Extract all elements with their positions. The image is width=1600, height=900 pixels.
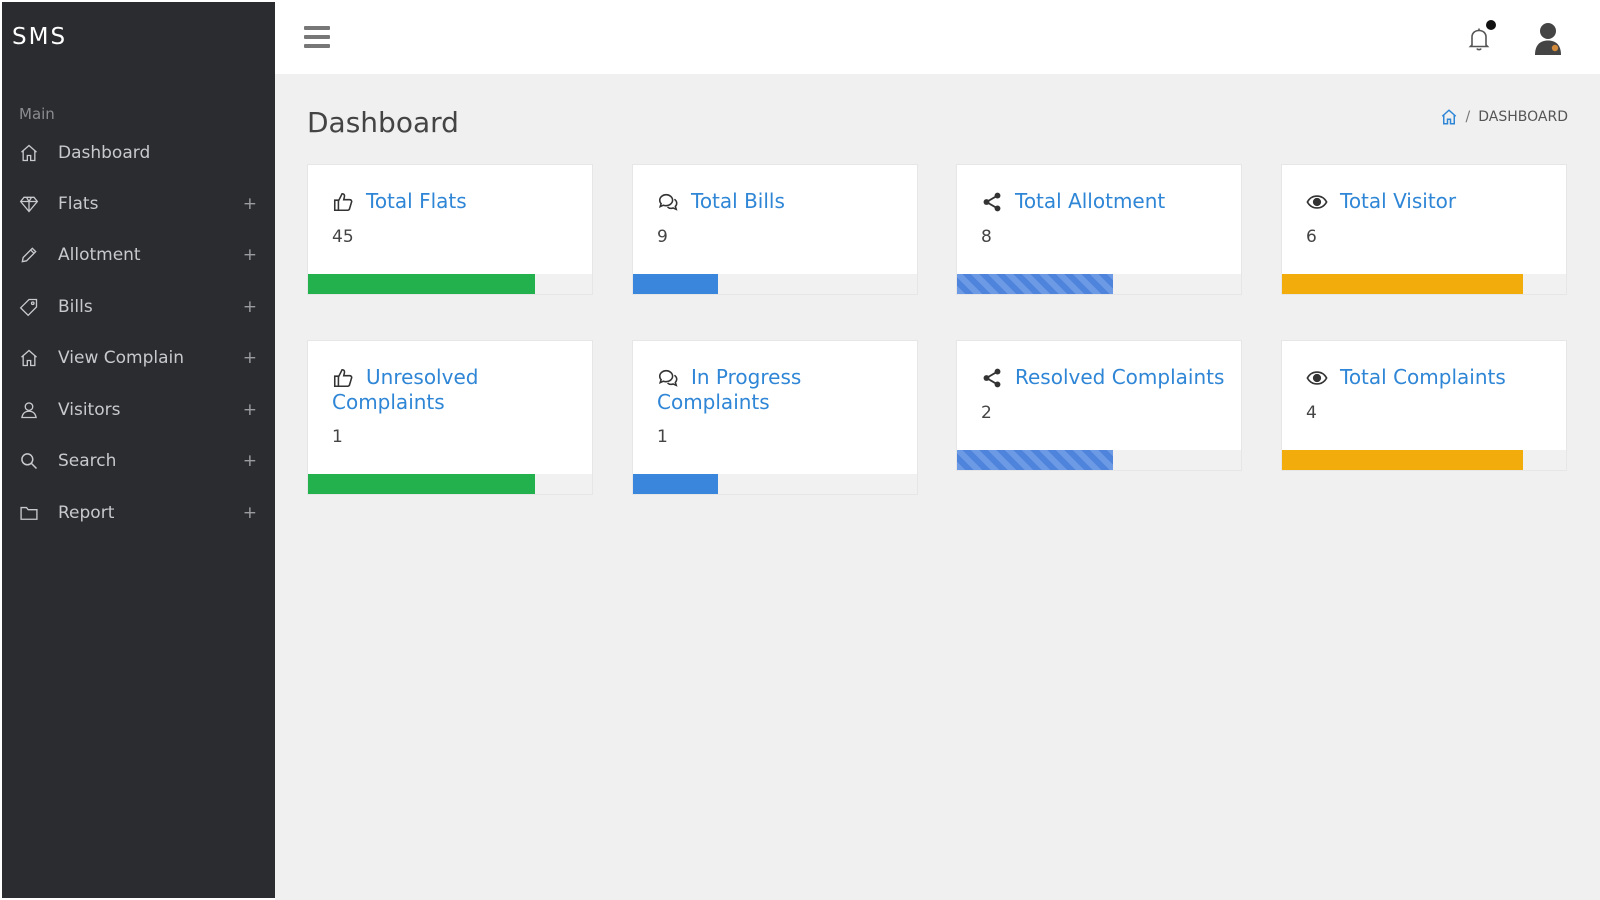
pencil-icon (18, 244, 40, 266)
progress-bar (957, 274, 1241, 294)
search-icon (18, 450, 40, 472)
progress-bar (308, 474, 592, 494)
thumbs-up-icon (333, 192, 353, 212)
hamburger-icon[interactable] (304, 26, 330, 48)
expand-icon[interactable]: + (243, 194, 257, 214)
thumbs-up-icon (333, 368, 353, 388)
card-title: Total Bills (691, 189, 785, 213)
card-value: 1 (332, 427, 343, 447)
progress-bar (633, 474, 917, 494)
expand-icon[interactable]: + (243, 348, 257, 368)
sidebar-item-search[interactable]: Search + (2, 438, 275, 484)
sidebar-item-label: Flats (58, 194, 99, 214)
sidebar-item-label: Visitors (58, 400, 121, 420)
card-value: 6 (1306, 227, 1317, 247)
home-icon[interactable] (1440, 108, 1458, 126)
share-icon (983, 192, 1001, 212)
card-value: 8 (981, 227, 992, 247)
progress-fill (1282, 450, 1524, 470)
sidebar-item-report[interactable]: Report + (2, 490, 275, 536)
share-icon (983, 368, 1001, 388)
comments-icon (658, 369, 678, 387)
card-value: 2 (981, 403, 992, 423)
sidebar-item-label: Dashboard (58, 143, 151, 163)
card-title: Total Complaints (1340, 365, 1506, 389)
progress-fill (633, 274, 719, 294)
stat-card-total-bills[interactable]: Total Bills 9 (632, 164, 918, 295)
stat-card-total-allotment[interactable]: Total Allotment 8 (956, 164, 1242, 295)
stat-card-total-visitor[interactable]: Total Visitor 6 (1281, 164, 1567, 295)
top-navbar (275, 2, 1600, 74)
progress-fill (957, 274, 1114, 294)
main-content: Dashboard / DASHBOARD Total Flats 45 Tot… (275, 74, 1600, 900)
breadcrumb: / DASHBOARD (1440, 108, 1568, 126)
card-value: 9 (657, 227, 668, 247)
expand-icon[interactable]: + (243, 451, 257, 471)
eye-icon (1306, 371, 1328, 385)
breadcrumb-current: DASHBOARD (1478, 109, 1568, 125)
sidebar-item-dashboard[interactable]: Dashboard (2, 130, 275, 176)
card-title: Resolved Complaints (1015, 365, 1225, 389)
progress-bar (308, 274, 592, 294)
sidebar-item-label: Allotment (58, 245, 141, 265)
progress-fill (1282, 274, 1524, 294)
breadcrumb-separator: / (1465, 109, 1471, 125)
diamond-icon (18, 193, 40, 215)
stat-card-resolved-complaints[interactable]: Resolved Complaints 2 (956, 340, 1242, 471)
stat-card-unresolved-complaints[interactable]: Unresolved Complaints 1 (307, 340, 593, 495)
sidebar-item-label: View Complain (58, 348, 185, 368)
progress-bar (1282, 450, 1566, 470)
stat-card-total-flats[interactable]: Total Flats 45 (307, 164, 593, 295)
sidebar-item-allotment[interactable]: Allotment + (2, 232, 275, 278)
card-value: 4 (1306, 403, 1317, 423)
notification-dot (1486, 20, 1496, 30)
sidebar-item-label: Report (58, 503, 115, 523)
user-icon (18, 399, 40, 421)
comments-icon (658, 193, 678, 211)
progress-fill (957, 450, 1114, 470)
progress-bar (1282, 274, 1566, 294)
progress-fill (633, 474, 719, 494)
progress-bar (957, 450, 1241, 470)
progress-fill (308, 474, 536, 494)
progress-bar (633, 274, 917, 294)
stat-card-in-progress-complaints[interactable]: In Progress Complaints 1 (632, 340, 918, 495)
expand-icon[interactable]: + (243, 503, 257, 523)
home-icon (18, 347, 40, 369)
sidebar-section-label: Main (19, 105, 55, 123)
card-title: Total Visitor (1340, 189, 1457, 213)
sidebar-item-view-complain[interactable]: View Complain + (2, 335, 275, 381)
stat-card-total-complaints[interactable]: Total Complaints 4 (1281, 340, 1567, 471)
sidebar-item-label: Bills (58, 297, 93, 317)
sidebar-item-label: Search (58, 451, 117, 471)
expand-icon[interactable]: + (243, 297, 257, 317)
brand-logo[interactable]: SMS (12, 24, 67, 50)
tag-icon (18, 296, 40, 318)
card-value: 1 (657, 427, 668, 447)
sidebar-item-bills[interactable]: Bills + (2, 284, 275, 330)
card-title: Total Flats (366, 189, 467, 213)
bell-icon[interactable] (1467, 26, 1491, 52)
progress-fill (308, 274, 536, 294)
folder-icon (18, 502, 40, 524)
expand-icon[interactable]: + (243, 245, 257, 265)
sidebar-item-visitors[interactable]: Visitors + (2, 387, 275, 433)
card-title: Total Allotment (1015, 189, 1166, 213)
card-value: 45 (332, 227, 354, 247)
expand-icon[interactable]: + (243, 400, 257, 420)
sidebar-item-flats[interactable]: Flats + (2, 181, 275, 227)
sidebar: SMS Main Dashboard Flats + Allotment + B… (2, 2, 275, 898)
home-icon (18, 142, 40, 164)
user-avatar-icon[interactable] (1531, 20, 1565, 56)
page-title: Dashboard (307, 106, 459, 139)
eye-icon (1306, 195, 1328, 209)
